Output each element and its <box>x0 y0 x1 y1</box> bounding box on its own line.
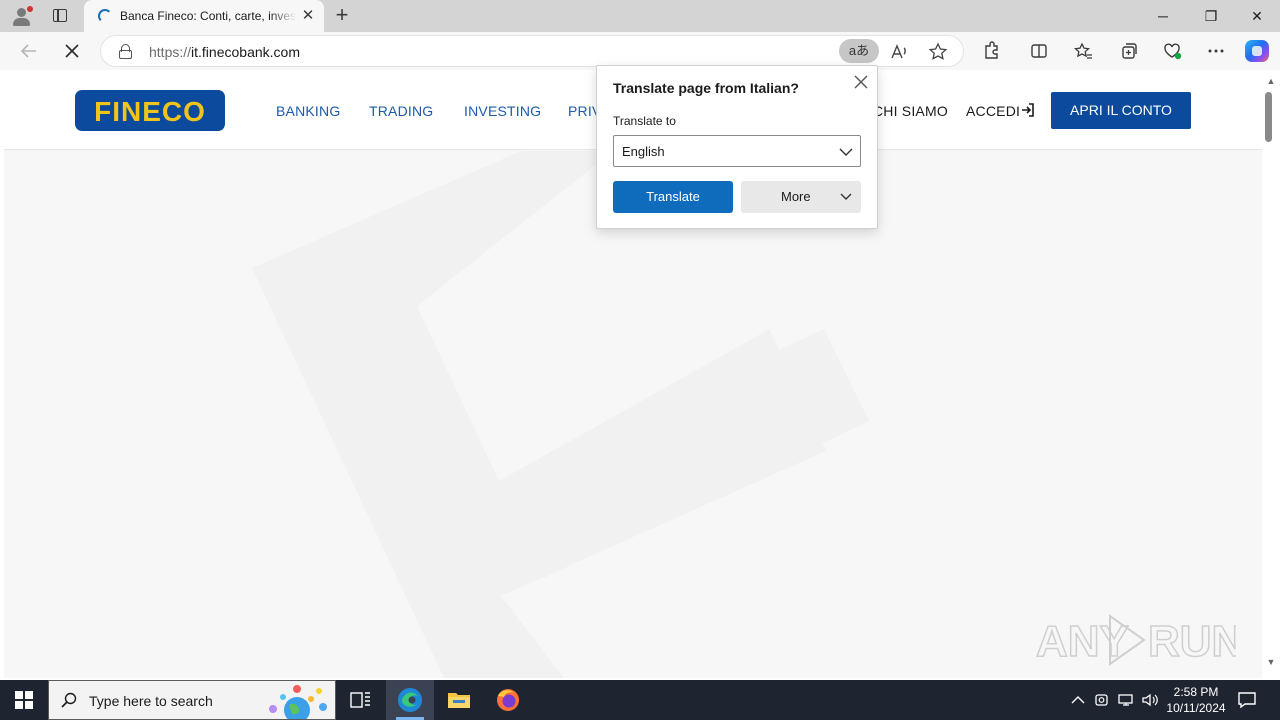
minimize-button[interactable]: ─ <box>1140 0 1186 32</box>
translate-button[interactable]: Translate <box>613 181 733 213</box>
close-icon[interactable] <box>851 72 871 92</box>
browser-essentials-icon[interactable] <box>1157 36 1187 66</box>
settings-more-icon[interactable] <box>1201 36 1231 66</box>
nav-chi-siamo[interactable]: CHI SIAMO <box>873 103 948 119</box>
svg-text:RUN: RUN <box>1148 617 1236 666</box>
nav-investing[interactable]: INVESTING <box>464 103 541 119</box>
favorite-star-icon[interactable] <box>926 40 950 64</box>
stop-loading-button[interactable] <box>57 36 87 66</box>
search-highlight-globe-icon <box>269 685 327 719</box>
back-button[interactable] <box>14 36 44 66</box>
scrollbar-thumb[interactable] <box>1265 92 1272 142</box>
translate-icon[interactable]: aあ <box>839 39 879 63</box>
tab-title: Banca Fineco: Conti, carte, investimenti <box>120 9 296 23</box>
start-button[interactable] <box>0 680 48 720</box>
svg-text:ANY: ANY <box>1036 617 1129 666</box>
task-view-icon[interactable] <box>336 680 384 720</box>
translate-popup: Translate page from Italian? Translate t… <box>596 65 878 229</box>
anyrun-watermark: ANY RUN <box>1036 614 1236 667</box>
search-icon <box>61 692 77 708</box>
loading-background-graphic <box>4 151 1262 678</box>
show-hidden-icons-icon[interactable] <box>1068 690 1088 713</box>
page-scrollbar[interactable]: ▲ ▼ <box>1262 70 1280 678</box>
language-select[interactable]: English <box>613 135 861 167</box>
read-aloud-icon[interactable] <box>887 40 911 64</box>
collections-icon[interactable] <box>1113 36 1143 66</box>
translate-to-label: Translate to <box>613 114 676 128</box>
open-account-button[interactable]: APRI IL CONTO <box>1051 92 1191 129</box>
edge-taskbar-icon[interactable] <box>386 680 434 720</box>
search-placeholder: Type here to search <box>89 693 213 709</box>
profile-icon[interactable] <box>8 4 36 28</box>
windows-taskbar: Type here to search 2:58 PM 10/11/2024 <box>0 680 1280 720</box>
system-clock[interactable]: 2:58 PM 10/11/2024 <box>1160 684 1232 716</box>
clock-time: 2:58 PM <box>1173 685 1219 699</box>
lock-icon[interactable] <box>119 44 132 59</box>
meet-now-icon[interactable] <box>1092 690 1112 713</box>
address-bar[interactable]: https://it.finecobank.com aあ <box>100 35 964 67</box>
restore-button[interactable]: ❐ <box>1188 0 1234 32</box>
browser-tab-strip: Banca Fineco: Conti, carte, investimenti… <box>0 0 1280 32</box>
favorites-icon[interactable] <box>1068 36 1098 66</box>
browser-tab-active[interactable]: Banca Fineco: Conti, carte, investimenti… <box>84 0 324 32</box>
scroll-up-arrow-icon[interactable]: ▲ <box>1266 76 1276 86</box>
url-text[interactable]: https://it.finecobank.com <box>149 44 300 60</box>
more-button[interactable]: More <box>741 181 861 213</box>
tab-close-icon[interactable]: ✕ <box>300 8 316 24</box>
chevron-down-icon <box>839 148 853 156</box>
nav-trading[interactable]: TRADING <box>369 103 433 119</box>
tab-actions-icon[interactable] <box>46 6 74 26</box>
scroll-down-arrow-icon[interactable]: ▼ <box>1266 657 1276 667</box>
loading-spinner-icon <box>98 9 112 23</box>
login-link[interactable]: ACCEDI <box>966 103 1020 119</box>
close-window-button[interactable]: ✕ <box>1234 0 1280 32</box>
new-tab-button[interactable]: + <box>330 4 354 28</box>
taskbar-search-box[interactable]: Type here to search <box>48 680 336 720</box>
network-icon[interactable] <box>1116 690 1136 713</box>
file-explorer-icon[interactable] <box>435 680 483 720</box>
copilot-icon[interactable] <box>1245 40 1269 62</box>
volume-icon[interactable] <box>1140 690 1160 713</box>
fineco-logo[interactable]: FINECO <box>75 90 225 131</box>
chevron-down-icon <box>840 193 852 200</box>
selected-language: English <box>622 144 665 159</box>
firefox-icon[interactable] <box>484 680 532 720</box>
more-button-label: More <box>781 189 811 204</box>
notification-center-icon[interactable] <box>1236 689 1258 711</box>
extensions-icon[interactable] <box>976 36 1006 66</box>
translate-popup-title: Translate page from Italian? <box>613 80 799 96</box>
login-icon[interactable] <box>1020 102 1036 118</box>
split-screen-icon[interactable] <box>1024 36 1054 66</box>
nav-banking[interactable]: BANKING <box>276 103 340 119</box>
clock-date: 10/11/2024 <box>1166 701 1226 715</box>
